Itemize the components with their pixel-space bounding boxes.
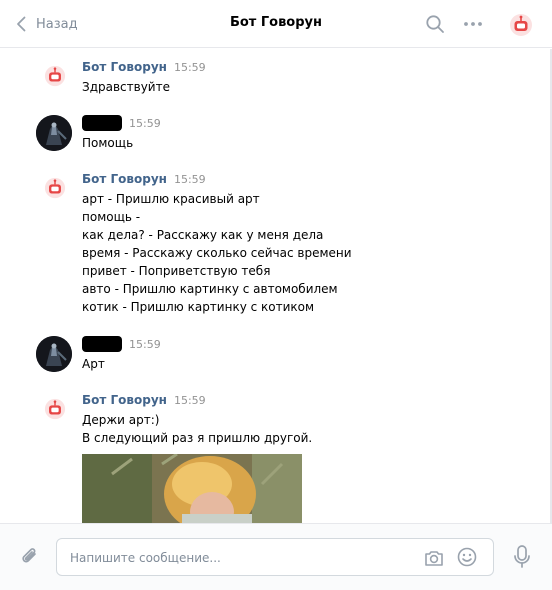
bot-avatar[interactable] <box>44 177 66 199</box>
message-text: Арт <box>82 355 105 373</box>
message-time: 15:59 <box>173 393 206 407</box>
message-time: 15:59 <box>173 60 206 74</box>
search-icon[interactable] <box>424 13 446 35</box>
message-line: В следующий раз я пришлю другой. <box>82 431 313 445</box>
message-text: Держи арт:) В следующий раз я пришлю дру… <box>82 411 312 447</box>
camera-icon[interactable] <box>423 547 445 569</box>
message-line: Держи арт:) <box>82 413 160 427</box>
bot-avatar[interactable] <box>44 398 66 420</box>
message-line: арт - Пришлю красивый арт <box>82 192 260 206</box>
message-list[interactable]: Бот Говорун 15:59 Здравствуйте 15:59 Пом… <box>0 49 552 523</box>
message-time: 15:59 <box>129 337 161 351</box>
message-composer <box>0 523 552 590</box>
message-time: 15:59 <box>129 116 161 130</box>
message-author[interactable]: Бот Говорун <box>82 172 167 186</box>
message-time: 15:59 <box>173 172 206 186</box>
message-line: привет - Поприветствую тебя <box>82 264 271 278</box>
user-avatar[interactable] <box>36 115 72 151</box>
message-header: Бот Говорун 15:59 <box>82 392 206 408</box>
bot-avatar[interactable] <box>44 65 66 87</box>
message-line: котик - Пришлю картинку с котиком <box>82 300 315 314</box>
message-header: Бот Говорун 15:59 <box>82 171 206 187</box>
message-text: арт - Пришлю красивый арт помощь - как д… <box>82 190 352 316</box>
bot-avatar-icon[interactable] <box>509 13 533 37</box>
emoji-icon[interactable] <box>456 546 478 568</box>
message-header: 15:59 <box>82 336 161 352</box>
message-line: Здравствуйте <box>82 80 170 94</box>
message-line: как дела? - Расскажу как у меня дела <box>82 228 324 242</box>
message-header: Бот Говорун 15:59 <box>82 59 206 75</box>
chat-window: Назад Бот Говорун Бот Говорун 15:59 Здра… <box>0 0 552 590</box>
user-avatar[interactable] <box>36 336 72 372</box>
chat-header: Назад Бот Говорун <box>0 0 552 48</box>
message-text: Помощь <box>82 134 133 152</box>
message-line: помощь - <box>82 210 141 224</box>
paperclip-icon[interactable] <box>18 545 42 569</box>
message-author[interactable]: Бот Говорун <box>82 393 167 407</box>
message-author[interactable]: Бот Говорун <box>82 60 167 74</box>
microphone-icon[interactable] <box>511 544 533 570</box>
message-line: Арт <box>82 357 105 371</box>
message-line: Помощь <box>82 136 134 150</box>
message-line: время - Расскажу сколько сейчас времени <box>82 246 352 260</box>
message-input-box[interactable] <box>56 538 494 576</box>
message-text: Здравствуйте <box>82 78 170 96</box>
redacted-author-name <box>82 336 122 352</box>
message-line: авто - Пришлю картинку с автомобилем <box>82 282 338 296</box>
more-icon[interactable] <box>462 13 484 35</box>
redacted-author-name <box>82 115 122 131</box>
message-header: 15:59 <box>82 115 161 131</box>
message-input[interactable] <box>70 549 410 567</box>
art-image-content <box>82 454 302 523</box>
attached-art-image[interactable] <box>82 454 302 523</box>
